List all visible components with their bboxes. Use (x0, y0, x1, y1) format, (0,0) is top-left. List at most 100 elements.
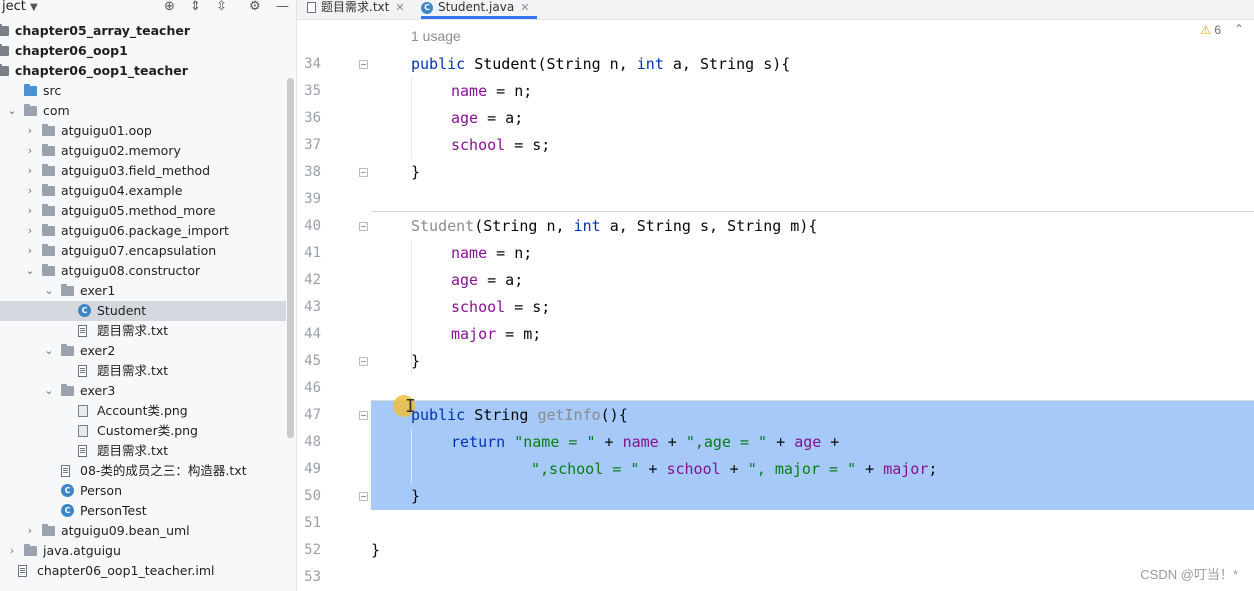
tree-item[interactable]: › atguigu01.oop (0, 121, 286, 141)
code-line[interactable]: } (411, 159, 420, 186)
fold-toggle-icon[interactable] (359, 411, 368, 420)
tree-item-label: chapter06_oop1 (15, 43, 128, 58)
tree-item[interactable]: Account类.png (0, 401, 286, 421)
tree-item[interactable]: › atguigu04.example (0, 181, 286, 201)
fold-toggle-icon[interactable] (359, 168, 368, 177)
tree-item[interactable]: chapter06_oop1 (0, 41, 286, 61)
tree-item[interactable]: C Student (0, 301, 286, 321)
tree-item[interactable]: ⌄ atguigu08.constructor (0, 261, 286, 281)
module-icon (0, 24, 9, 36)
chevron-right-icon[interactable]: › (24, 201, 36, 221)
code-line[interactable]: age = a; (451, 267, 523, 294)
code-line[interactable]: } (411, 348, 420, 375)
chevron-down-icon[interactable]: ⌄ (43, 281, 55, 301)
code-line[interactable]: return "name = " + name + ",age = " + ag… (451, 429, 839, 456)
tree-item[interactable]: C Person (0, 481, 286, 501)
tree-item[interactable]: 题目需求.txt (0, 321, 286, 341)
tab-student-java[interactable]: C Student.java ✕ (421, 0, 538, 19)
chevron-right-icon[interactable]: › (24, 181, 36, 201)
code-line[interactable]: ",school = " + school + ", major = " + m… (531, 456, 937, 483)
close-icon[interactable]: ✕ (520, 1, 529, 14)
code-token: ", major = " (747, 460, 857, 478)
collapse-all-icon[interactable]: ⇳ (216, 0, 227, 14)
tree-item[interactable]: 题目需求.txt (0, 441, 286, 461)
code-line[interactable]: name = n; (451, 78, 532, 105)
code-token: = a; (478, 271, 524, 289)
project-scrollbar[interactable] (287, 78, 294, 438)
fold-toggle-icon[interactable] (359, 357, 368, 366)
tree-item[interactable]: › atguigu06.package_import (0, 221, 286, 241)
tree-item[interactable]: › atguigu05.method_more (0, 201, 286, 221)
code-line[interactable]: public String getInfo(){ (411, 402, 628, 429)
tree-item[interactable]: 题目需求.txt (0, 361, 286, 381)
inspection-widget[interactable]: ⚠ 6 (1200, 23, 1221, 37)
code-token: school (451, 136, 506, 154)
code-token: major (451, 325, 497, 343)
code-line[interactable]: } (411, 483, 420, 510)
chevron-right-icon[interactable]: › (24, 161, 36, 181)
tab-requirements-txt[interactable]: 题目需求.txt ✕ (307, 0, 405, 19)
tree-item[interactable]: ⌄ exer1 (0, 281, 286, 301)
chevron-right-icon[interactable]: › (24, 121, 36, 141)
warning-count: 6 (1214, 23, 1221, 37)
code-line[interactable]: } (371, 537, 380, 564)
chevron-down-icon[interactable]: ⌄ (6, 101, 18, 121)
code-token: school (666, 460, 721, 478)
code-line[interactable]: public Student(String n, int a, String s… (411, 51, 790, 78)
code-line[interactable]: school = s; (451, 132, 550, 159)
minimize-icon[interactable]: — (276, 0, 289, 14)
code-line[interactable]: Student(String n, int a, String s, Strin… (411, 213, 817, 240)
code-line[interactable]: major = m; (451, 321, 541, 348)
tree-item[interactable]: src (0, 81, 286, 101)
tree-item-label: 08-类的成员之三：构造器.txt (80, 463, 247, 478)
chevron-up-icon[interactable]: ⌃ (1234, 22, 1244, 36)
tree-item[interactable]: › atguigu02.memory (0, 141, 286, 161)
text-file-icon (78, 325, 87, 337)
tree-item[interactable]: chapter06_oop1_teacher.iml (0, 561, 286, 581)
line-number: 42 (304, 272, 321, 288)
fold-toggle-icon[interactable] (359, 60, 368, 69)
tree-item[interactable]: ⌄ com (0, 101, 286, 121)
watermark: CSDN @叮当！* (1140, 567, 1238, 582)
package-icon (61, 384, 74, 396)
gear-icon[interactable]: ⚙ (249, 0, 261, 14)
tree-item[interactable]: › atguigu07.encapsulation (0, 241, 286, 261)
code-line[interactable]: age = a; (451, 105, 523, 132)
tree-item[interactable]: › atguigu09.bean_uml (0, 521, 286, 541)
chevron-right-icon[interactable]: › (24, 241, 36, 261)
tree-item[interactable]: Customer类.png (0, 421, 286, 441)
tree-item[interactable]: chapter06_oop1_teacher (0, 61, 286, 81)
line-number: 39 (304, 191, 321, 207)
chevron-down-icon[interactable]: ⌄ (43, 381, 55, 401)
tree-item-label: com (43, 103, 70, 118)
tree-item[interactable]: 08-类的成员之三：构造器.txt (0, 461, 286, 481)
chevron-down-icon[interactable]: ▼ (30, 2, 38, 13)
project-panel: ject ▼ ⊕ ⇕ ⇳ ⚙ — chapter05_array_teacher… (0, 0, 297, 591)
tree-item[interactable]: chapter05_array_teacher (0, 21, 286, 41)
code-area[interactable]: 1 usage public Student(String n, int a, … (371, 20, 1254, 591)
usage-hint[interactable]: 1 usage (411, 28, 461, 44)
code-editor[interactable]: 34 35 36 37 38 39 40 41 42 43 44 45 46 47 48 49 50 51 52 53… (297, 20, 1254, 591)
chevron-right-icon[interactable]: › (24, 141, 36, 161)
expand-all-icon[interactable]: ⇕ (190, 0, 201, 14)
line-number: 43 (304, 299, 321, 315)
project-view-selector[interactable]: ject ▼ (2, 0, 38, 14)
fold-toggle-icon[interactable] (359, 492, 368, 501)
code-token: } (411, 352, 421, 370)
tree-item[interactable]: ⌄ exer2 (0, 341, 286, 361)
code-token: public (411, 406, 475, 424)
tree-item[interactable]: C PersonTest (0, 501, 286, 521)
tree-item[interactable]: › java.atguigu (0, 541, 286, 561)
tree-item[interactable]: ⌄ exer3 (0, 381, 286, 401)
fold-toggle-icon[interactable] (359, 222, 368, 231)
chevron-down-icon[interactable]: ⌄ (24, 261, 36, 281)
close-icon[interactable]: ✕ (395, 1, 404, 14)
chevron-right-icon[interactable]: › (6, 541, 18, 561)
chevron-down-icon[interactable]: ⌄ (43, 341, 55, 361)
code-line[interactable]: name = n; (451, 240, 532, 267)
tree-item[interactable]: › atguigu03.field_method (0, 161, 286, 181)
code-line[interactable]: school = s; (451, 294, 550, 321)
chevron-right-icon[interactable]: › (24, 221, 36, 241)
chevron-right-icon[interactable]: › (24, 521, 36, 541)
locate-icon[interactable]: ⊕ (164, 0, 175, 14)
